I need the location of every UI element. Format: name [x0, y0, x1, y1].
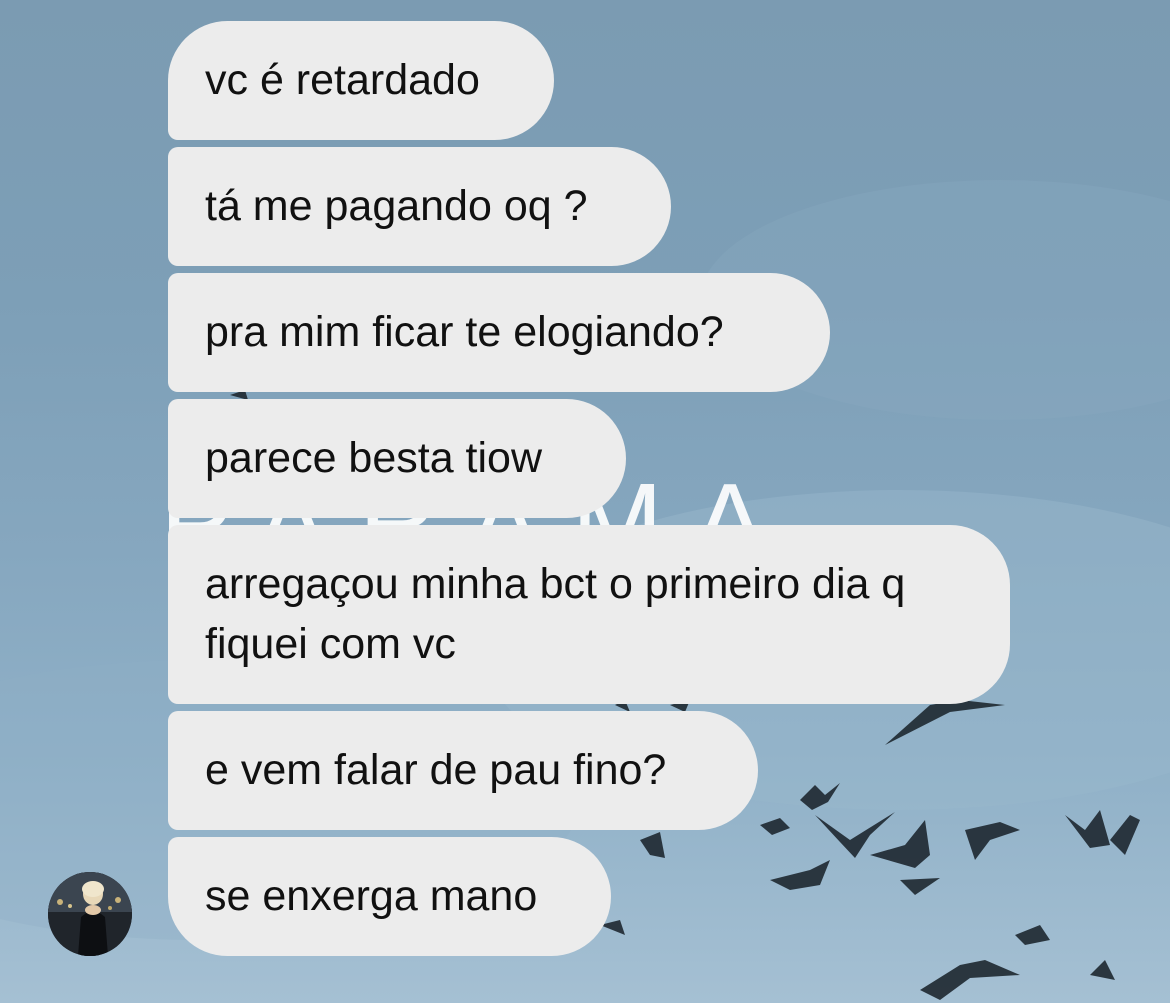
message-bubble[interactable]: e vem falar de pau fino? [168, 711, 758, 830]
message-text: tá me pagando oq ? [205, 182, 588, 230]
message-text: arregaçou minha bct o primeiro dia q fiq… [205, 560, 906, 668]
message-bubble[interactable]: parece besta tiow [168, 399, 626, 518]
message-bubble[interactable]: arregaçou minha bct o primeiro dia q fiq… [168, 525, 1010, 704]
sender-avatar[interactable] [48, 872, 132, 956]
message-text: pra mim ficar te elogiando? [205, 308, 724, 356]
user-avatar-photo-icon [48, 872, 132, 956]
message-text: parece besta tiow [205, 434, 543, 482]
message-bubble[interactable]: pra mim ficar te elogiando? [168, 273, 830, 392]
message-bubble[interactable]: tá me pagando oq ? [168, 147, 671, 266]
message-bubble[interactable]: se enxerga mano [168, 837, 611, 956]
message-text: e vem falar de pau fino? [205, 746, 667, 794]
message-text: vc é retardado [205, 56, 480, 104]
message-text: se enxerga mano [205, 872, 538, 920]
message-bubble[interactable]: vc é retardado [168, 21, 554, 140]
